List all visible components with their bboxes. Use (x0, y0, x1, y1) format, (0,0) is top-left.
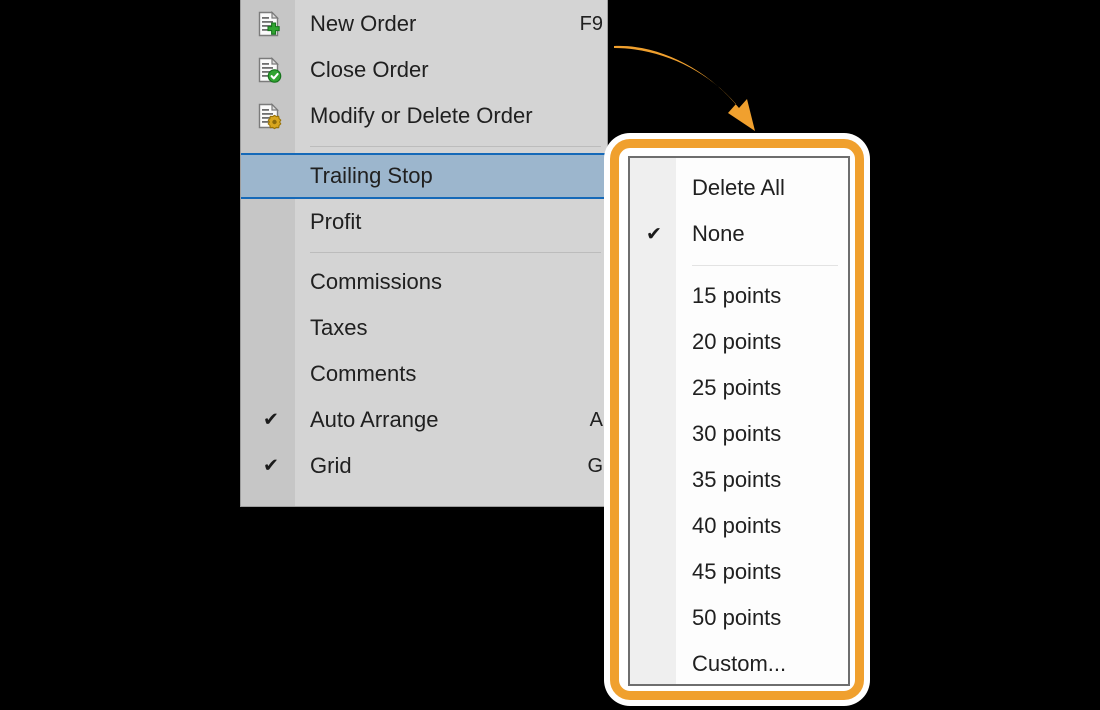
submenu-item-label: 25 points (692, 375, 781, 401)
document-gear-icon (253, 100, 285, 132)
submenu-item-label: None (692, 221, 745, 247)
checkmark-icon: ✔ (261, 457, 281, 476)
submenu-item-label: 35 points (692, 467, 781, 493)
menu-item-label: New Order (310, 11, 416, 37)
menu-item-label: Close Order (310, 57, 429, 83)
menu-item-commissions[interactable]: Commissions (241, 259, 607, 305)
submenu-item-points-30[interactable]: 30 points (630, 411, 848, 457)
submenu-item-label: 50 points (692, 605, 781, 631)
menu-item-label: Grid (310, 453, 352, 479)
submenu-item-label: 45 points (692, 559, 781, 585)
menu-item-label: Trailing Stop (310, 163, 433, 189)
submenu-item-custom[interactable]: Custom... (630, 641, 848, 687)
separator-line (692, 265, 838, 266)
menu-item-new-order[interactable]: New Order F9 (241, 1, 607, 47)
menu-item-profit[interactable]: Profit (241, 199, 607, 245)
menu-item-shortcut: A (590, 409, 603, 432)
menu-item-label: Taxes (310, 315, 367, 341)
submenu-item-points-20[interactable]: 20 points (630, 319, 848, 365)
submenu-item-label: 15 points (692, 283, 781, 309)
separator-line (310, 146, 601, 147)
document-check-icon (253, 54, 285, 86)
submenu-item-points-25[interactable]: 25 points (630, 365, 848, 411)
submenu-item-label: Delete All (692, 175, 785, 201)
menu-item-comments[interactable]: Comments (241, 351, 607, 397)
menu-item-label: Profit (310, 209, 361, 235)
menu-item-trailing-stop[interactable]: Trailing Stop (241, 153, 607, 199)
menu-item-list: New Order F9 Close Order (241, 0, 607, 489)
curved-arrow-icon (600, 0, 800, 150)
submenu-item-label: 40 points (692, 513, 781, 539)
submenu-item-points-40[interactable]: 40 points (630, 503, 848, 549)
submenu-item-none[interactable]: ✔ None (630, 211, 848, 257)
submenu-item-points-45[interactable]: 45 points (630, 549, 848, 595)
submenu-item-list: Delete All ✔ None 15 points 20 points 25… (630, 158, 848, 687)
menu-item-label: Auto Arrange (310, 407, 438, 433)
menu-item-label: Commissions (310, 269, 442, 295)
submenu-item-delete-all[interactable]: Delete All (630, 165, 848, 211)
menu-item-grid[interactable]: ✔ Grid G (241, 443, 607, 489)
menu-item-auto-arrange[interactable]: ✔ Auto Arrange A (241, 397, 607, 443)
menu-separator (241, 245, 607, 259)
menu-item-label: Comments (310, 361, 416, 387)
submenu-item-points-50[interactable]: 50 points (630, 595, 848, 641)
separator-line (310, 252, 601, 253)
submenu-separator (630, 257, 848, 273)
menu-item-shortcut: G (587, 455, 603, 478)
menu-item-close-order[interactable]: Close Order (241, 47, 607, 93)
submenu-item-points-35[interactable]: 35 points (630, 457, 848, 503)
submenu-item-label: 30 points (692, 421, 781, 447)
submenu-item-points-15[interactable]: 15 points (630, 273, 848, 319)
menu-item-shortcut: F9 (580, 13, 603, 36)
menu-separator (241, 139, 607, 153)
chart-context-menu[interactable]: New Order F9 Close Order (240, 0, 608, 507)
menu-item-taxes[interactable]: Taxes (241, 305, 607, 351)
menu-item-label: Modify or Delete Order (310, 103, 533, 129)
submenu-item-label: Custom... (692, 651, 786, 677)
menu-item-modify-or-delete-order[interactable]: Modify or Delete Order (241, 93, 607, 139)
trailing-stop-submenu[interactable]: Delete All ✔ None 15 points 20 points 25… (628, 156, 850, 686)
submenu-item-label: 20 points (692, 329, 781, 355)
checkmark-icon: ✔ (644, 225, 664, 244)
checkmark-icon: ✔ (261, 411, 281, 430)
document-add-icon (253, 8, 285, 40)
